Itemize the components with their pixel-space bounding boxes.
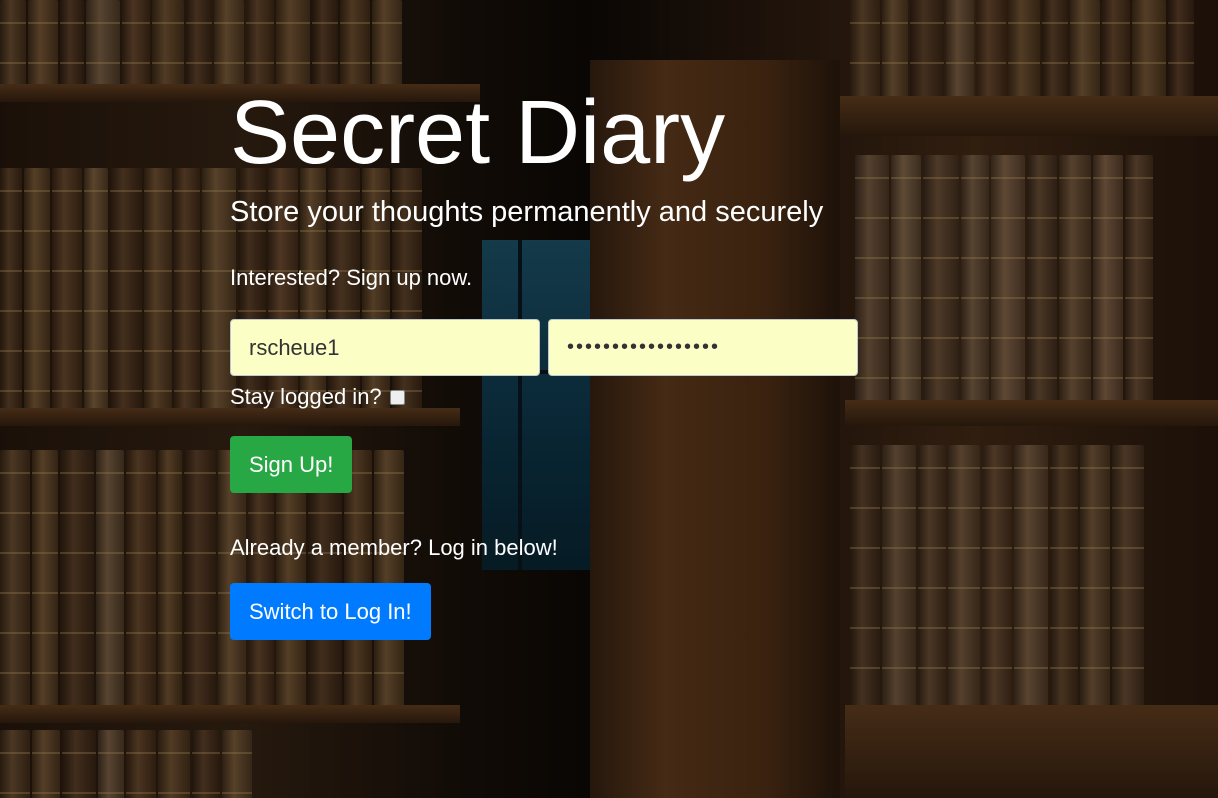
signup-fields (230, 319, 870, 376)
sign-up-button[interactable]: Sign Up! (230, 436, 353, 493)
stay-logged-in-label: Stay logged in? (230, 384, 382, 409)
login-prompt: Already a member? Log in below! (230, 535, 558, 560)
stay-logged-in-checkbox[interactable] (389, 389, 405, 405)
password-field[interactable] (548, 319, 858, 376)
page-subtitle: Store your thoughts permanently and secu… (230, 196, 824, 228)
signup-panel: Secret Diary Store your thoughts permane… (230, 78, 870, 640)
email-field[interactable] (230, 319, 540, 376)
signup-prompt: Interested? Sign up now. (230, 265, 473, 290)
switch-to-login-button[interactable]: Switch to Log In! (230, 583, 431, 640)
stay-logged-in: Stay logged in? (230, 384, 870, 410)
page-title: Secret Diary (230, 83, 726, 183)
